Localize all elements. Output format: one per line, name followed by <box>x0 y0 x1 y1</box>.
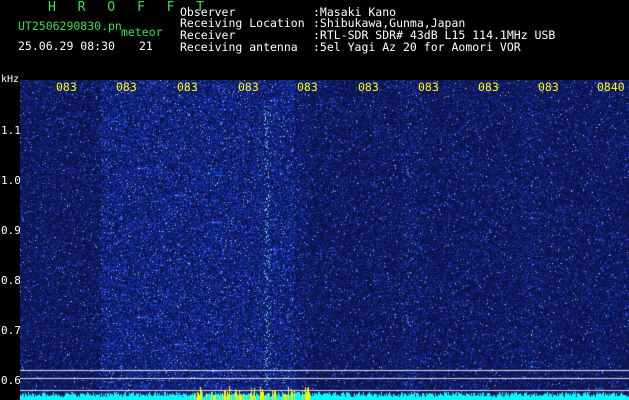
y-axis-unit: kHz <box>1 74 20 85</box>
y-axis-label: 0.7 <box>1 324 21 337</box>
datetime-label: 25.06.29 08:30 <box>18 39 115 53</box>
y-axis-label: 1.0 <box>1 174 21 187</box>
time-tick-label: 083 <box>358 80 379 94</box>
time-tick-label: 083 <box>478 80 499 94</box>
time-tick-label: 0840 <box>597 80 625 94</box>
y-axis-label: 1.1 <box>1 124 21 137</box>
time-tick-label: 083 <box>238 80 259 94</box>
spectrogram-canvas <box>20 80 629 400</box>
antenna-label: Receiving antenna <box>180 40 298 54</box>
time-tick-label: 083 <box>297 80 318 94</box>
filename-suffix-label: meteor <box>121 25 163 39</box>
time-tick-label: 083 <box>116 80 137 94</box>
meteor-count: 21 <box>139 39 153 53</box>
time-tick-label: 083 <box>538 80 559 94</box>
filename-label: UT2506290830.pn <box>18 19 122 33</box>
antenna-value: :5el Yagi Az 20 for Aomori VOR <box>313 40 521 54</box>
time-tick-label: 083 <box>177 80 198 94</box>
time-tick-label: 083 <box>418 80 439 94</box>
y-axis-label: 0.8 <box>1 274 21 287</box>
y-axis-label: 0.6 <box>1 374 21 387</box>
y-axis-label: 0.9 <box>1 224 21 237</box>
header-panel: H R O F F T UT2506290830.pn meteor 25.06… <box>0 0 629 72</box>
time-tick-label: 083 <box>56 80 77 94</box>
